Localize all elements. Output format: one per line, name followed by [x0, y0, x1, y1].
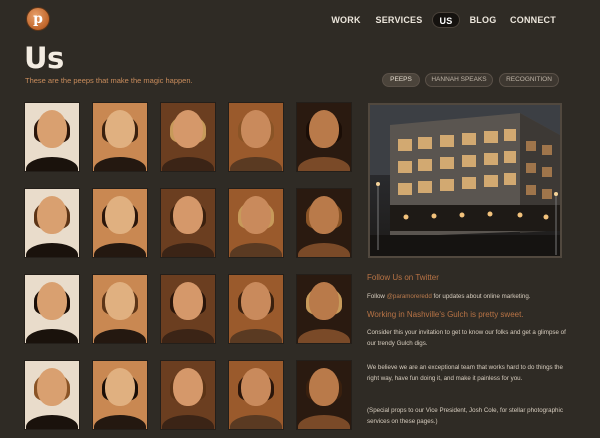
- portrait-face: [241, 367, 271, 406]
- portrait-shoulders: [162, 243, 214, 257]
- portrait-face: [309, 367, 339, 406]
- team-member-photo[interactable]: [296, 188, 352, 258]
- portrait-face: [241, 281, 271, 320]
- team-member-photo[interactable]: [160, 274, 216, 344]
- team-member-photo[interactable]: [228, 102, 284, 172]
- gulch-heading: Working in Nashville's Gulch is pretty s…: [367, 310, 524, 319]
- page-subtitle: These are the peeps that make the magic …: [25, 76, 193, 85]
- team-member-photo[interactable]: [24, 274, 80, 344]
- portrait-shoulders: [94, 329, 146, 343]
- team-member-photo[interactable]: [296, 102, 352, 172]
- portrait-shoulders: [94, 157, 146, 171]
- team-member-photo[interactable]: [296, 360, 352, 430]
- team-member-photo[interactable]: [24, 360, 80, 430]
- twitter-follow-text: Follow @paramoreredd for updates about o…: [367, 291, 567, 302]
- portrait-face: [37, 281, 67, 320]
- portrait-shoulders: [94, 415, 146, 429]
- portrait-face: [173, 109, 203, 148]
- team-member-photo[interactable]: [92, 360, 148, 430]
- portrait-shoulders: [298, 329, 350, 343]
- portrait-shoulders: [230, 157, 282, 171]
- portrait-face: [309, 109, 339, 148]
- nav-item-connect[interactable]: CONNECT: [510, 12, 556, 28]
- portrait-shoulders: [26, 329, 78, 343]
- portrait-face: [37, 109, 67, 148]
- nav-item-us[interactable]: US: [432, 12, 460, 28]
- portrait-face: [37, 367, 67, 406]
- portrait-face: [105, 281, 135, 320]
- twitter-handle-link[interactable]: @paramoreredd: [387, 293, 432, 300]
- twitter-heading: Follow Us on Twitter: [367, 273, 439, 282]
- portrait-face: [173, 367, 203, 406]
- nav-item-work[interactable]: WORK: [330, 12, 362, 28]
- portrait-shoulders: [230, 415, 282, 429]
- filter-tab-recognition[interactable]: RECOGNITION: [499, 73, 559, 87]
- portrait-face: [241, 109, 271, 148]
- portrait-face: [173, 195, 203, 234]
- filter-tab-hannah-speaks[interactable]: HANNAH SPEAKS: [425, 73, 493, 87]
- portrait-shoulders: [26, 415, 78, 429]
- twitter-suffix: for updates about online marketing.: [431, 293, 531, 300]
- portrait-shoulders: [162, 415, 214, 429]
- team-member-photo[interactable]: [24, 102, 80, 172]
- portrait-face: [309, 281, 339, 320]
- team-member-photo[interactable]: [160, 102, 216, 172]
- portrait-shoulders: [162, 329, 214, 343]
- main-nav: WORK SERVICES US BLOG CONNECT: [0, 12, 600, 28]
- nav-item-services[interactable]: SERVICES: [374, 12, 424, 28]
- belief-text: We believe we are an exceptional team th…: [367, 364, 563, 382]
- portrait-shoulders: [26, 243, 78, 257]
- team-member-photo[interactable]: [160, 360, 216, 430]
- team-member-photo[interactable]: [228, 274, 284, 344]
- team-member-photo[interactable]: [24, 188, 80, 258]
- team-member-photo[interactable]: [92, 274, 148, 344]
- team-member-photo[interactable]: [296, 274, 352, 344]
- portrait-face: [105, 109, 135, 148]
- portrait-shoulders: [230, 329, 282, 343]
- portrait-face: [173, 281, 203, 320]
- office-building-illustration: [370, 105, 560, 256]
- portrait-face: [105, 367, 135, 406]
- portrait-face: [105, 195, 135, 234]
- team-member-photo[interactable]: [160, 188, 216, 258]
- team-member-photo[interactable]: [92, 102, 148, 172]
- portrait-shoulders: [162, 157, 214, 171]
- portrait-shoulders: [26, 157, 78, 171]
- portrait-shoulders: [230, 243, 282, 257]
- office-building-photo: [368, 103, 562, 258]
- twitter-prefix: Follow: [367, 293, 387, 300]
- team-member-photo[interactable]: [228, 360, 284, 430]
- portrait-shoulders: [298, 243, 350, 257]
- portrait-face: [309, 195, 339, 234]
- team-photo-grid: [24, 102, 358, 438]
- page-title: Us: [24, 41, 64, 75]
- portrait-shoulders: [298, 415, 350, 429]
- gulch-text: Consider this your invitation to get to …: [367, 329, 566, 347]
- portrait-shoulders: [298, 157, 350, 171]
- portrait-face: [241, 195, 271, 234]
- team-member-photo[interactable]: [92, 188, 148, 258]
- props-text: (Special props to our Vice President, Jo…: [367, 407, 563, 425]
- portrait-shoulders: [94, 243, 146, 257]
- team-member-photo[interactable]: [228, 188, 284, 258]
- nav-item-blog[interactable]: BLOG: [468, 12, 498, 28]
- filter-tab-peeps[interactable]: PEEPS: [382, 73, 420, 87]
- portrait-face: [37, 195, 67, 234]
